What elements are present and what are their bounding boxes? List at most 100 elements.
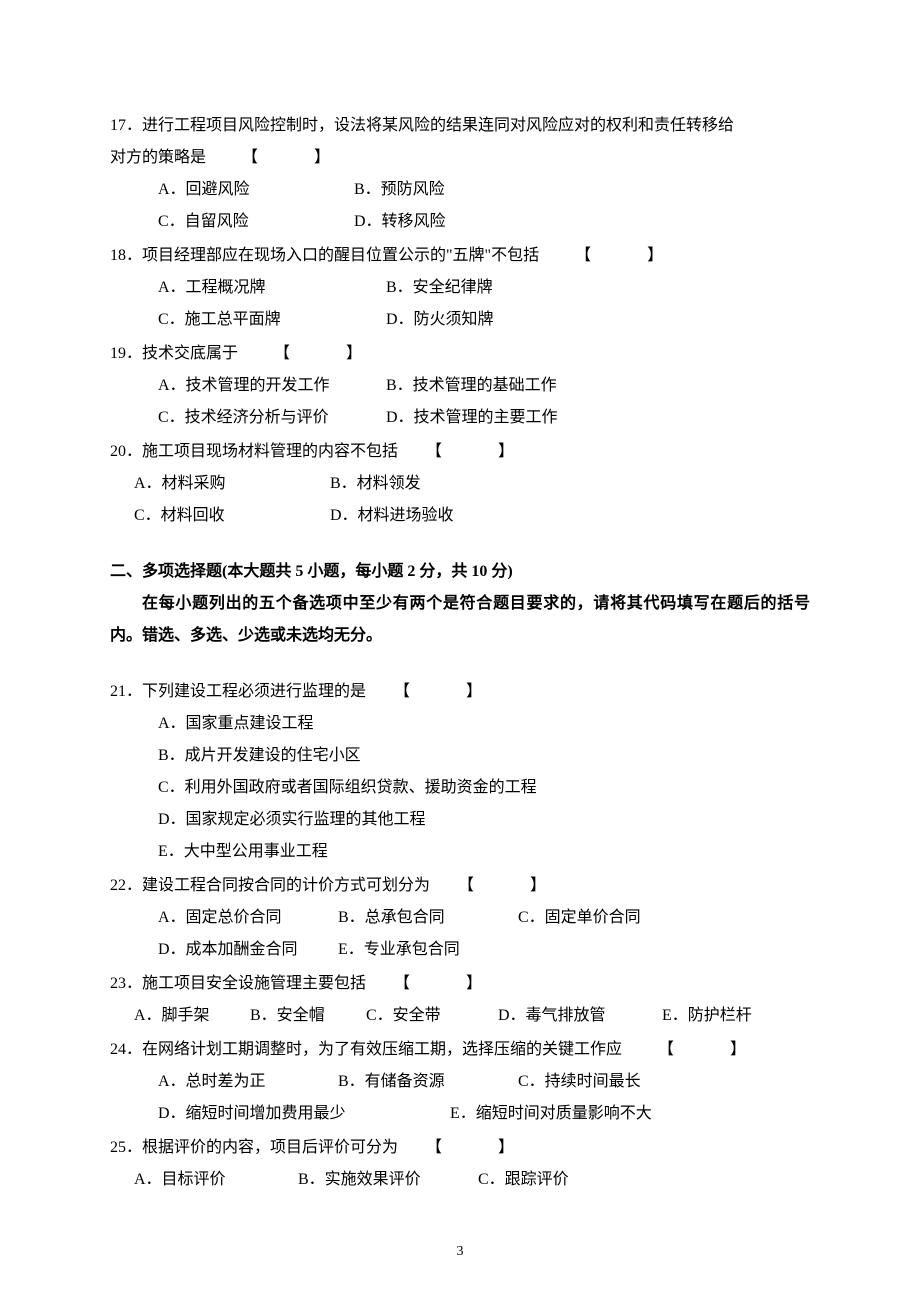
- option-row: A．技术管理的开发工作 B．技术管理的基础工作: [158, 370, 810, 402]
- option-a: A．目标评价: [134, 1164, 294, 1196]
- option-e: E．防护栏杆: [662, 1000, 752, 1032]
- section-2-title: 二、多项选择题(本大题共 5 小题，每小题 2 分，共 10 分): [110, 556, 810, 588]
- option-c: C．材料回收: [134, 500, 326, 532]
- option-c: C．固定单价合同: [518, 902, 641, 934]
- option-b: B．安全帽: [250, 1000, 362, 1032]
- option-a: A．固定总价合同: [158, 902, 334, 934]
- question-23: 23．施工项目安全设施管理主要包括 【 】 A．脚手架 B．安全帽 C．安全带 …: [110, 968, 810, 1032]
- question-18: 18．项目经理部应在现场入口的醒目位置公示的"五牌"不包括 【 】 A．工程概况…: [110, 240, 810, 336]
- option-a: A．工程概况牌: [158, 272, 382, 304]
- question-24: 24．在网络计划工期调整时，为了有效压缩工期，选择压缩的关键工作应 【 】 A．…: [110, 1034, 810, 1130]
- q19-options: A．技术管理的开发工作 B．技术管理的基础工作 C．技术经济分析与评价 D．技术…: [110, 370, 810, 434]
- option-d: D．缩短时间增加费用最少: [158, 1098, 446, 1130]
- option-c: C．施工总平面牌: [158, 304, 382, 336]
- q23-options: A．脚手架 B．安全帽 C．安全带 D．毒气排放管 E．防护栏杆: [110, 1000, 810, 1032]
- q20-stem-text: 20．施工项目现场材料管理的内容不包括: [110, 443, 398, 460]
- answer-bracket[interactable]: 【 】: [242, 149, 338, 166]
- q24-options: A．总时差为正 B．有储备资源 C．持续时间最长 D．缩短时间增加费用最少 E．…: [110, 1066, 810, 1130]
- option-d: D．技术管理的主要工作: [386, 409, 558, 426]
- q17-stem-line2: 对方的策略是 【 】: [110, 142, 810, 174]
- option-row: D．成本加酬金合同 E．专业承包合同: [158, 934, 810, 966]
- option-a: A．技术管理的开发工作: [158, 370, 382, 402]
- question-17: 17．进行工程项目风险控制时，设法将某风险的结果连同对风险应对的权利和责任转移给…: [110, 110, 810, 238]
- answer-bracket[interactable]: 【 】: [575, 247, 671, 264]
- option-row: A．工程概况牌 B．安全纪律牌: [158, 272, 810, 304]
- answer-bracket[interactable]: 【 】: [458, 877, 554, 894]
- option-a: A．总时差为正: [158, 1066, 334, 1098]
- question-25: 25．根据评价的内容，项目后评价可分为 【 】 A．目标评价 B．实施效果评价 …: [110, 1132, 810, 1196]
- option-row: A．回避风险 B．预防风险: [158, 174, 810, 206]
- option-e: E．专业承包合同: [338, 934, 514, 966]
- q25-stem: 25．根据评价的内容，项目后评价可分为 【 】: [110, 1132, 810, 1164]
- q22-stem-text: 22．建设工程合同按合同的计价方式可划分为: [110, 877, 430, 894]
- page-number: 3: [110, 1238, 810, 1266]
- q23-stem: 23．施工项目安全设施管理主要包括 【 】: [110, 968, 810, 1000]
- answer-bracket[interactable]: 【 】: [394, 975, 490, 992]
- answer-bracket[interactable]: 【 】: [426, 443, 522, 460]
- section-2-instructions: 在每小题列出的五个备选项中至少有两个是符合题目要求的，请将其代码填写在题后的括号…: [110, 588, 810, 652]
- option-c: C．跟踪评价: [478, 1171, 569, 1188]
- option-d: D．转移风险: [354, 213, 446, 230]
- option-b: B．安全纪律牌: [386, 279, 493, 296]
- option-a: A．材料采购: [134, 468, 326, 500]
- q24-stem: 24．在网络计划工期调整时，为了有效压缩工期，选择压缩的关键工作应 【 】: [110, 1034, 810, 1066]
- option-d: D．材料进场验收: [330, 507, 454, 524]
- option-c: C．持续时间最长: [518, 1066, 641, 1098]
- option-row: C．技术经济分析与评价 D．技术管理的主要工作: [158, 402, 810, 434]
- option-e: E．大中型公用事业工程: [158, 836, 810, 868]
- answer-bracket[interactable]: 【 】: [658, 1041, 754, 1058]
- option-d: D．毒气排放管: [498, 1000, 658, 1032]
- q18-stem-text: 18．项目经理部应在现场入口的醒目位置公示的"五牌"不包括: [110, 247, 539, 264]
- option-c: C．自留风险: [158, 206, 350, 238]
- option-row: C．施工总平面牌 D．防火须知牌: [158, 304, 810, 336]
- question-20: 20．施工项目现场材料管理的内容不包括 【 】 A．材料采购 B．材料领发 C．…: [110, 436, 810, 532]
- option-row: C．材料回收 D．材料进场验收: [134, 500, 810, 532]
- option-b: B．有储备资源: [338, 1066, 514, 1098]
- option-b: B．总承包合同: [338, 902, 514, 934]
- option-b: B．材料领发: [330, 475, 421, 492]
- q21-options: A．国家重点建设工程 B．成片开发建设的住宅小区 C．利用外国政府或者国际组织贷…: [110, 708, 810, 868]
- q23-stem-text: 23．施工项目安全设施管理主要包括: [110, 975, 366, 992]
- q25-options: A．目标评价 B．实施效果评价 C．跟踪评价: [110, 1164, 810, 1196]
- q18-options: A．工程概况牌 B．安全纪律牌 C．施工总平面牌 D．防火须知牌: [110, 272, 810, 336]
- q17-stem-text: 对方的策略是: [110, 149, 206, 166]
- question-22: 22．建设工程合同按合同的计价方式可划分为 【 】 A．固定总价合同 B．总承包…: [110, 870, 810, 966]
- q18-stem: 18．项目经理部应在现场入口的醒目位置公示的"五牌"不包括 【 】: [110, 240, 810, 272]
- q25-stem-text: 25．根据评价的内容，项目后评价可分为: [110, 1139, 398, 1156]
- option-b: B．技术管理的基础工作: [386, 377, 557, 394]
- option-a: A．回避风险: [158, 174, 350, 206]
- option-b: B．成片开发建设的住宅小区: [158, 740, 810, 772]
- q21-stem-text: 21．下列建设工程必须进行监理的是: [110, 683, 366, 700]
- option-row: A．固定总价合同 B．总承包合同 C．固定单价合同: [158, 902, 810, 934]
- q24-stem-text: 24．在网络计划工期调整时，为了有效压缩工期，选择压缩的关键工作应: [110, 1041, 622, 1058]
- q20-options: A．材料采购 B．材料领发 C．材料回收 D．材料进场验收: [110, 468, 810, 532]
- q17-options: A．回避风险 B．预防风险 C．自留风险 D．转移风险: [110, 174, 810, 238]
- q19-stem: 19．技术交底属于 【 】: [110, 338, 810, 370]
- q17-stem-line1: 17．进行工程项目风险控制时，设法将某风险的结果连同对风险应对的权利和责任转移给: [110, 110, 810, 142]
- answer-bracket[interactable]: 【 】: [274, 345, 370, 362]
- option-row: A．总时差为正 B．有储备资源 C．持续时间最长: [158, 1066, 810, 1098]
- q22-stem: 22．建设工程合同按合同的计价方式可划分为 【 】: [110, 870, 810, 902]
- option-d: D．防火须知牌: [386, 311, 494, 328]
- option-c: C．技术经济分析与评价: [158, 402, 382, 434]
- answer-bracket[interactable]: 【 】: [426, 1139, 522, 1156]
- option-d: D．国家规定必须实行监理的其他工程: [158, 804, 810, 836]
- option-b: B．实施效果评价: [298, 1164, 474, 1196]
- answer-bracket[interactable]: 【 】: [394, 683, 490, 700]
- option-d: D．成本加酬金合同: [158, 934, 334, 966]
- q21-stem: 21．下列建设工程必须进行监理的是 【 】: [110, 676, 810, 708]
- option-c: C．利用外国政府或者国际组织贷款、援助资金的工程: [158, 772, 810, 804]
- question-19: 19．技术交底属于 【 】 A．技术管理的开发工作 B．技术管理的基础工作 C．…: [110, 338, 810, 434]
- option-e: E．缩短时间对质量影响不大: [450, 1105, 652, 1122]
- q20-stem: 20．施工项目现场材料管理的内容不包括 【 】: [110, 436, 810, 468]
- option-c: C．安全带: [366, 1000, 494, 1032]
- question-21: 21．下列建设工程必须进行监理的是 【 】 A．国家重点建设工程 B．成片开发建…: [110, 676, 810, 868]
- option-row: C．自留风险 D．转移风险: [158, 206, 810, 238]
- q19-stem-text: 19．技术交底属于: [110, 345, 238, 362]
- q22-options: A．固定总价合同 B．总承包合同 C．固定单价合同 D．成本加酬金合同 E．专业…: [110, 902, 810, 966]
- option-a: A．国家重点建设工程: [158, 708, 810, 740]
- option-row: A．材料采购 B．材料领发: [134, 468, 810, 500]
- option-b: B．预防风险: [354, 181, 445, 198]
- option-a: A．脚手架: [134, 1000, 246, 1032]
- option-row: D．缩短时间增加费用最少 E．缩短时间对质量影响不大: [158, 1098, 810, 1130]
